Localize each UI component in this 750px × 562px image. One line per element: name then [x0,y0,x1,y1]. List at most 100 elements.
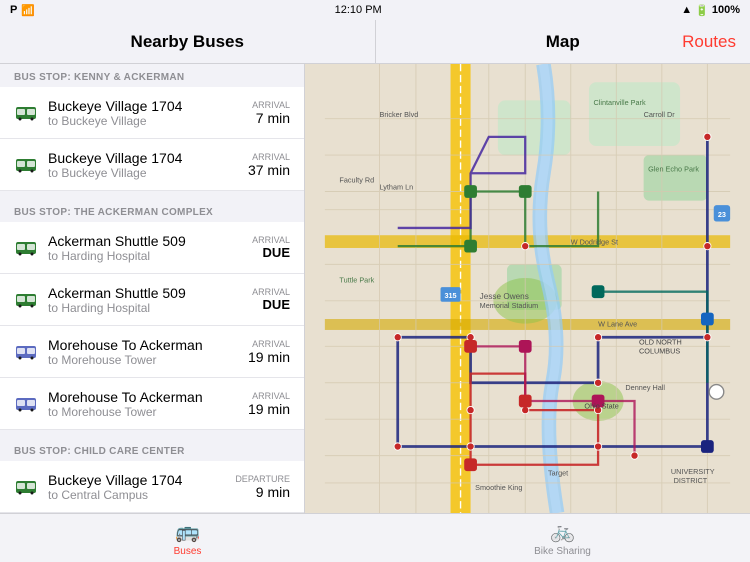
svg-text:W Lane Ave: W Lane Ave [598,319,637,328]
bus-info: Ackerman Shuttle 509 to Harding Hospital [48,233,252,263]
map-section: Map Routes [376,20,750,63]
bus-icon [14,291,38,309]
bus-time: Arrival 37 min [248,152,290,178]
svg-text:W Dodridge St: W Dodridge St [571,237,618,246]
svg-text:UNIVERSITY: UNIVERSITY [671,467,715,476]
time-value: 7 min [252,110,290,126]
tab-bike-sharing[interactable]: 🚲 Bike Sharing [375,519,750,557]
bus-dest: to Central Campus [48,488,235,502]
routes-button[interactable]: Routes [682,32,736,52]
nearby-buses-title: Nearby Buses [131,32,244,52]
time-value: 19 min [248,349,290,365]
nearby-buses-section: Nearby Buses [0,20,376,63]
header: Nearby Buses Map Routes [0,20,750,64]
bus-dest: to Morehouse Tower [48,353,248,367]
section-divider [0,191,304,199]
list-item[interactable]: Morehouse To Ackerman to Morehouse Tower… [0,326,304,378]
battery-icon: 🔋 [695,4,709,17]
stop-kenny-ackerman: BUS STOP: KENNY & ACKERMAN [0,64,304,87]
status-time: 12:10 PM [335,4,382,16]
bus-info: Buckeye Village 1704 to Buckeye Village [48,98,252,128]
time-label: Arrival [252,100,290,110]
time-label: Arrival [252,287,290,297]
bus-dest: to Morehouse Tower [48,405,248,419]
bike-tab-label: Bike Sharing [534,546,591,557]
time-value: 9 min [235,484,290,500]
map-title: Map [546,32,580,52]
time-label: Arrival [252,235,290,245]
svg-text:Denney Hall: Denney Hall [625,383,665,392]
bus-info: Morehouse To Ackerman to Morehouse Tower [48,337,248,367]
bus-info: Buckeye Village 1704 to Buckeye Village [48,150,248,180]
svg-text:Smoothie King: Smoothie King [475,483,522,492]
bus-dest: to Buckeye Village [48,114,252,128]
section-divider [0,430,304,438]
list-item[interactable]: Buckeye Village 1704 to Central Campus D… [0,461,304,513]
tab-buses[interactable]: 🚌 Buses [0,519,375,557]
time-label: Arrival [248,391,290,401]
svg-text:Bricker Blvd: Bricker Blvd [380,110,419,119]
list-item[interactable]: Ackerman Shuttle 509 to Harding Hospital… [0,274,304,326]
svg-text:Target: Target [548,469,568,478]
bike-tab-icon: 🚲 [550,519,575,544]
wifi-icon: 📶 [21,4,35,17]
time-value: 37 min [248,162,290,178]
bus-tab-label: Buses [174,546,202,557]
svg-text:COLUMBUS: COLUMBUS [639,347,680,356]
bus-name: Morehouse To Ackerman [48,337,248,353]
svg-text:Carroll Dr: Carroll Dr [644,110,676,119]
time-value: 19 min [248,401,290,417]
svg-text:Tuttle Park: Tuttle Park [339,276,374,285]
time-value: DUE [252,245,290,260]
bus-icon [14,478,38,496]
time-label: Departure [235,474,290,484]
time-label: Arrival [248,152,290,162]
bus-name: Buckeye Village 1704 [48,150,248,166]
svg-text:Ohio State: Ohio State [584,401,618,410]
bus-time: Arrival 7 min [252,100,290,126]
stop-child-care: BUS STOP: CHILD CARE CENTER [0,438,304,461]
bus-name: Ackerman Shuttle 509 [48,285,252,301]
svg-text:DISTRICT: DISTRICT [674,476,708,485]
signal-icon: ▲ [681,4,692,16]
bus-time: Arrival 19 min [248,339,290,365]
bus-tab-icon: 🚌 [175,519,200,544]
tab-bar: 🚌 Buses 🚲 Bike Sharing [0,513,750,562]
bus-info: Morehouse To Ackerman to Morehouse Tower [48,389,248,419]
status-left: P 📶 [10,4,35,17]
bus-icon [14,395,38,413]
bus-name: Morehouse To Ackerman [48,389,248,405]
bus-info: Buckeye Village 1704 to Central Campus [48,472,235,502]
time-value: DUE [252,297,290,312]
stop-ackerman-complex: BUS STOP: THE ACKERMAN COMPLEX [0,199,304,222]
bus-info: Ackerman Shuttle 509 to Harding Hospital [48,285,252,315]
svg-text:Glen Echo Park: Glen Echo Park [648,164,699,173]
svg-text:OLD NORTH: OLD NORTH [639,338,682,347]
battery-percent: 100% [712,4,740,16]
map-area[interactable]: Carroll Dr Bricker Blvd Lytham Ln W Dodr… [305,64,750,513]
svg-text:Clintanville Park: Clintanville Park [594,98,646,107]
svg-text:315: 315 [444,291,456,300]
time-label: Arrival [248,339,290,349]
bus-time: Arrival 19 min [248,391,290,417]
bus-icon [14,239,38,257]
bus-time: Arrival DUE [252,287,290,312]
bus-dest: to Buckeye Village [48,166,248,180]
status-right: ▲ 🔋 100% [681,4,740,17]
bus-icon [14,104,38,122]
list-item[interactable]: Buckeye Village 1704 to Buckeye Village … [0,87,304,139]
main-content: BUS STOP: KENNY & ACKERMAN Buckeye Villa… [0,64,750,513]
bus-name: Ackerman Shuttle 509 [48,233,252,249]
bus-dest: to Harding Hospital [48,301,252,315]
list-item[interactable]: Ackerman Shuttle 509 to Harding Hospital… [0,222,304,274]
bus-icon [14,156,38,174]
bus-time: Arrival DUE [252,235,290,260]
list-item[interactable]: Buckeye Village 1704 to Buckeye Village … [0,139,304,191]
list-item[interactable]: Morehouse To Ackerman to Morehouse Tower… [0,378,304,430]
svg-text:23: 23 [718,210,726,219]
svg-text:Memorial Stadium: Memorial Stadium [480,301,539,310]
bus-dest: to Harding Hospital [48,249,252,263]
bus-list[interactable]: BUS STOP: KENNY & ACKERMAN Buckeye Villa… [0,64,305,513]
svg-text:Lytham Ln: Lytham Ln [380,183,414,192]
bus-icon [14,343,38,361]
